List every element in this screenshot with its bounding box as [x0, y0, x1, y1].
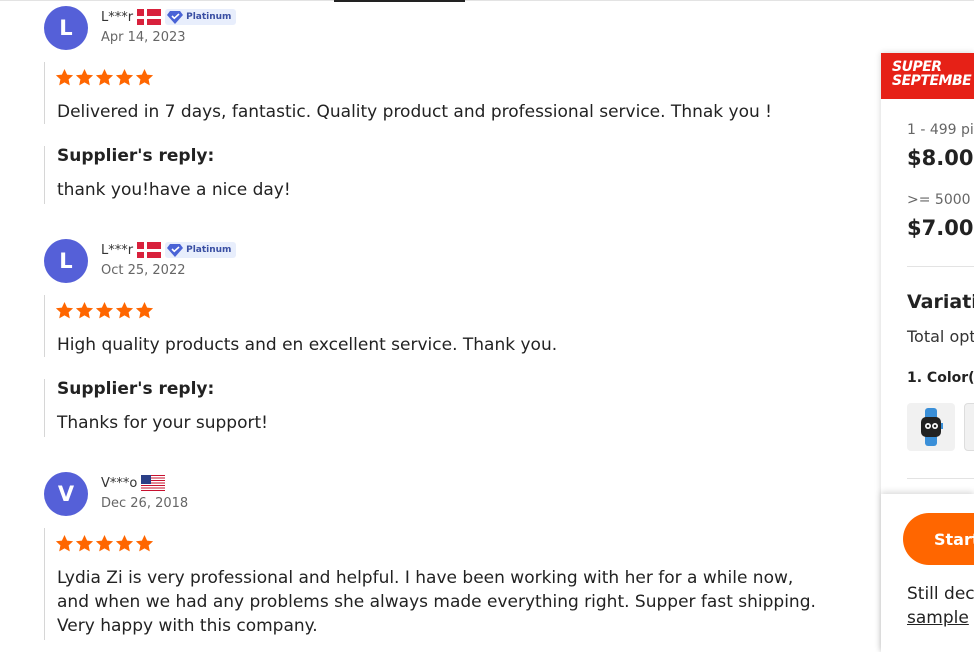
panel-divider [907, 266, 974, 267]
reviewer-info: L***r Platinum [101, 8, 237, 26]
diamond-icon [167, 244, 184, 257]
diamond-icon [167, 11, 184, 24]
supplier-reply: Supplier's reply: Thanks for your suppor… [44, 379, 814, 437]
promo-line-2: SEPTEMBE [892, 73, 972, 89]
avatar: L [44, 6, 88, 50]
reply-text: Thanks for your support! [57, 413, 268, 433]
reviewer-info: V***o [101, 474, 166, 492]
review-item: L L***r Platinum Oct 25, 2022 High quali… [44, 239, 824, 439]
platinum-badge: Platinum [165, 242, 237, 258]
reply-text: thank you!have a nice day! [57, 180, 291, 200]
review-text: High quality products and en excellent s… [57, 335, 558, 355]
rating-stars [55, 301, 154, 319]
total-options: Total opt [907, 327, 974, 346]
usa-flag-icon [141, 475, 166, 491]
review-date: Oct 25, 2022 [101, 263, 186, 278]
tier-1-price: $8.00 [907, 146, 974, 170]
denmark-flag-icon [137, 9, 162, 25]
star-icon [95, 535, 114, 552]
star-icon [115, 535, 134, 552]
rating-stars [55, 534, 154, 552]
variations-title: Variatio [907, 291, 974, 313]
tier-1-quantity: 1 - 499 pi [907, 122, 974, 138]
star-icon [55, 535, 74, 552]
review-item: L L***r Platinum Apr 14, 2023 Delivered … [44, 6, 824, 206]
color-option-thumbnail[interactable] [907, 403, 955, 451]
avatar: L [44, 239, 88, 283]
still-deciding-text: Still deci [907, 584, 974, 604]
reviewer-info: L***r Platinum [101, 241, 237, 259]
star-icon [55, 69, 74, 86]
watch-icon [921, 408, 943, 446]
star-icon [95, 69, 114, 86]
reviewer-name: L***r [101, 9, 134, 25]
star-icon [135, 302, 154, 319]
star-icon [135, 69, 154, 86]
review-body: Lydia Zi is very professional and helpfu… [44, 528, 816, 640]
star-icon [115, 302, 134, 319]
platinum-badge: Platinum [165, 9, 237, 25]
review-body: Delivered in 7 days, fantastic. Quality … [44, 62, 814, 124]
start-order-button[interactable]: Start [903, 513, 974, 565]
action-panel: Start Still deci sample [881, 494, 974, 652]
promo-line-1: SUPER [892, 59, 942, 75]
reply-title: Supplier's reply: [57, 146, 215, 166]
active-tab-indicator [334, 0, 465, 2]
badge-label: Platinum [186, 245, 232, 255]
sample-link[interactable]: sample [907, 608, 969, 628]
rating-stars [55, 68, 154, 86]
star-icon [75, 69, 94, 86]
supplier-reply: Supplier's reply: thank you!have a nice … [44, 146, 814, 204]
reviewer-name: V***o [101, 475, 138, 491]
star-icon [75, 302, 94, 319]
review-date: Apr 14, 2023 [101, 30, 186, 45]
reviewer-name: L***r [101, 242, 134, 258]
star-icon [55, 302, 74, 319]
review-body: High quality products and en excellent s… [44, 295, 814, 357]
denmark-flag-icon [137, 242, 162, 258]
review-date: Dec 26, 2018 [101, 496, 189, 511]
review-item: V V***o Dec 26, 2018 Lydia Zi is very pr… [44, 472, 824, 652]
star-icon [95, 302, 114, 319]
reply-title: Supplier's reply: [57, 379, 215, 399]
panel-divider [907, 478, 974, 479]
color-option-thumbnail[interactable] [964, 403, 974, 451]
star-icon [75, 535, 94, 552]
badge-label: Platinum [186, 12, 232, 22]
top-divider [0, 0, 974, 1]
review-text: Delivered in 7 days, fantastic. Quality … [57, 102, 772, 122]
review-text: Lydia Zi is very professional and helpfu… [57, 568, 816, 636]
promo-banner[interactable]: SUPER SEPTEMBE [881, 53, 974, 99]
tier-2-price: $7.00 [907, 216, 974, 240]
star-icon [115, 69, 134, 86]
avatar: V [44, 472, 88, 516]
tier-2-quantity: >= 5000 p [907, 192, 974, 208]
color-label: 1. Color(2 [907, 370, 974, 386]
star-icon [135, 535, 154, 552]
